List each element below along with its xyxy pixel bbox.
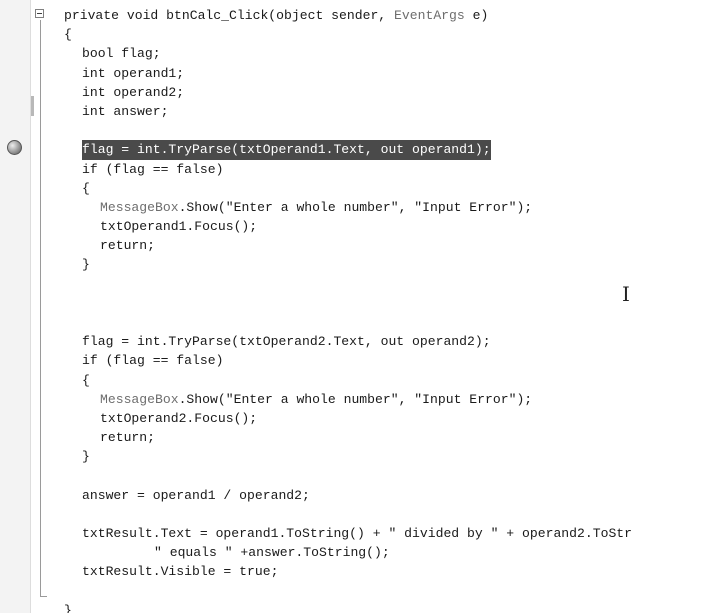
code-text: } <box>64 602 72 613</box>
code-text: { <box>64 27 72 43</box>
code-line[interactable]: if (flag == false) <box>0 160 715 179</box>
code-line[interactable]: int operand2; <box>0 83 715 102</box>
code-line[interactable]: private void btnCalc_Click(object sender… <box>0 6 715 25</box>
code-line[interactable] <box>0 467 715 486</box>
code-line[interactable]: MessageBox.Show("Enter a whole number", … <box>0 390 715 409</box>
code-line[interactable]: answer = operand1 / operand2; <box>0 486 715 505</box>
code-text: txtResult.Visible = true; <box>82 564 279 580</box>
code-text: { <box>82 180 90 196</box>
code-text: MessageBox.Show("Enter a whole number", … <box>100 391 533 407</box>
code-text: } <box>82 449 90 465</box>
code-line[interactable] <box>0 294 715 313</box>
code-text: int answer; <box>82 103 169 119</box>
code-text: private void btnCalc_Click(object sender… <box>64 8 489 23</box>
code-line[interactable]: { <box>0 25 715 44</box>
code-line[interactable]: txtOperand2.Focus(); <box>0 409 715 428</box>
code-line[interactable]: int operand1; <box>0 64 715 83</box>
code-line[interactable] <box>0 505 715 524</box>
code-line[interactable]: int answer; <box>0 102 715 121</box>
code-text: txtResult.Text = operand1.ToString() + "… <box>82 526 633 542</box>
code-line[interactable]: " equals " +answer.ToString(); <box>0 543 715 562</box>
code-line[interactable]: flag = int.TryParse(txtOperand2.Text, ou… <box>0 332 715 351</box>
code-text: return; <box>100 238 156 254</box>
code-line[interactable]: } <box>0 255 715 274</box>
code-line[interactable]: flag = int.TryParse(txtOperand1.Text, ou… <box>0 140 715 160</box>
code-text: } <box>82 257 90 273</box>
code-line[interactable]: txtResult.Visible = true; <box>0 562 715 581</box>
code-line[interactable]: txtOperand1.Focus(); <box>0 217 715 236</box>
code-line[interactable]: if (flag == false) <box>0 351 715 370</box>
code-line[interactable]: MessageBox.Show("Enter a whole number", … <box>0 198 715 217</box>
code-line[interactable]: } <box>0 447 715 466</box>
text-cursor-icon: I <box>622 282 630 306</box>
code-line[interactable]: { <box>0 179 715 198</box>
code-text: answer = operand1 / operand2; <box>82 487 310 503</box>
code-line[interactable]: } <box>0 601 715 613</box>
code-line[interactable] <box>0 313 715 332</box>
code-text: if (flag == false) <box>82 161 224 177</box>
code-line[interactable]: return; <box>0 428 715 447</box>
code-text: txtOperand1.Focus(); <box>100 219 258 235</box>
code-text: return; <box>100 430 156 446</box>
code-editor[interactable]: private void btnCalc_Click(object sender… <box>0 0 715 613</box>
code-line[interactable]: return; <box>0 236 715 255</box>
code-text: if (flag == false) <box>82 353 224 369</box>
code-text: int operand2; <box>82 84 185 100</box>
code-line[interactable]: { <box>0 371 715 390</box>
highlighted-statement: flag = int.TryParse(txtOperand1.Text, ou… <box>82 140 491 160</box>
code-text: flag = int.TryParse(txtOperand2.Text, ou… <box>82 334 491 350</box>
code-line[interactable] <box>0 121 715 140</box>
code-text: " equals " +answer.ToString(); <box>154 545 390 561</box>
code-text: bool flag; <box>82 46 161 62</box>
code-area[interactable]: private void btnCalc_Click(object sender… <box>0 6 715 613</box>
code-line[interactable]: bool flag; <box>0 44 715 63</box>
code-line[interactable] <box>0 275 715 294</box>
code-text: { <box>82 372 90 388</box>
code-text: int operand1; <box>82 65 185 81</box>
code-line[interactable]: txtResult.Text = operand1.ToString() + "… <box>0 524 715 543</box>
code-line[interactable] <box>0 582 715 601</box>
code-text: MessageBox.Show("Enter a whole number", … <box>100 199 533 215</box>
code-text: txtOperand2.Focus(); <box>100 410 258 426</box>
